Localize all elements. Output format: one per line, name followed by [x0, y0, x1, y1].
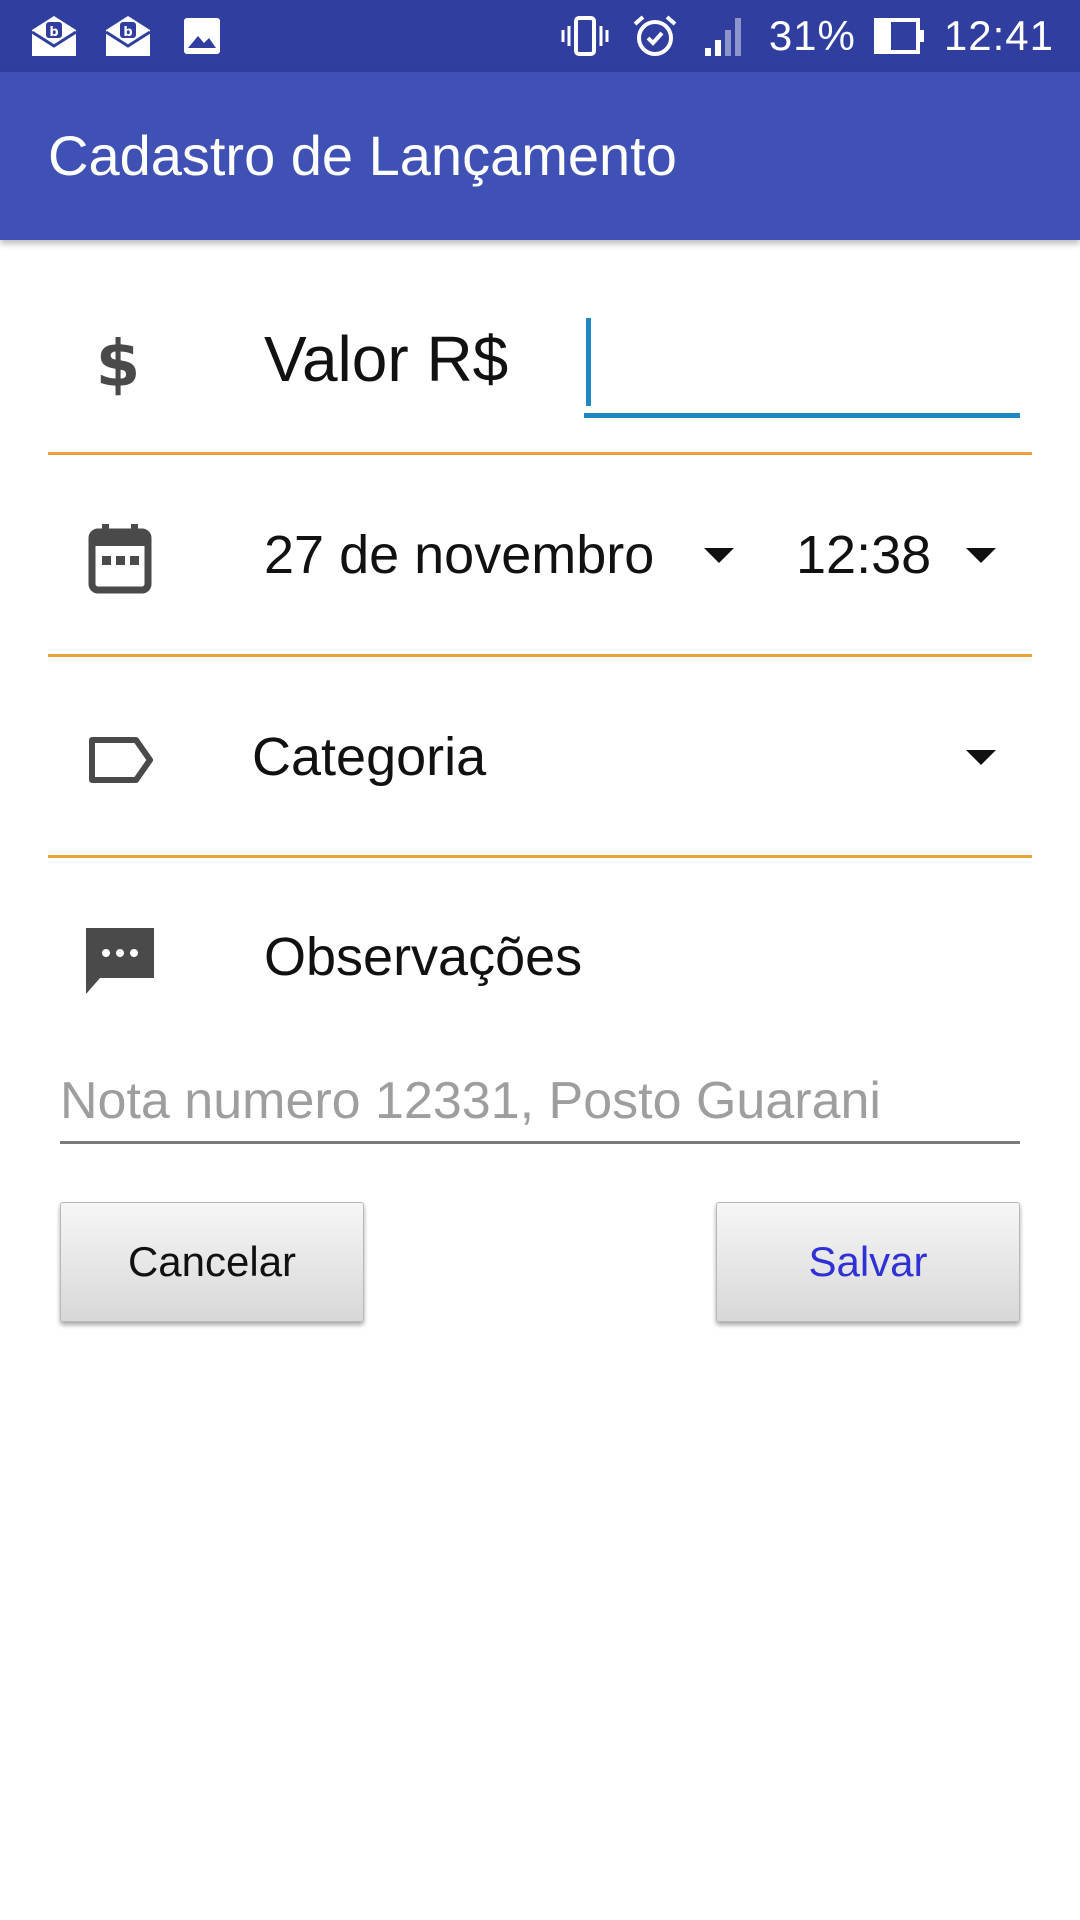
save-button[interactable]: Salvar	[716, 1202, 1020, 1322]
svg-text:b: b	[123, 25, 132, 40]
chevron-down-icon	[966, 547, 996, 563]
mail-b-icon: b	[102, 12, 154, 60]
date-dropdown[interactable]: 27 de novembro	[264, 510, 734, 600]
notes-input[interactable]	[60, 1060, 1020, 1141]
value-label: Valor R$	[264, 323, 509, 395]
time-value: 12:38	[796, 525, 932, 585]
notes-field-wrapper	[60, 1060, 1020, 1144]
svg-text:b: b	[49, 25, 58, 40]
status-bar: b b 31% 12:41	[0, 0, 1080, 72]
dollar-icon: $	[80, 324, 160, 404]
divider	[48, 654, 1032, 657]
value-input[interactable]	[584, 318, 1020, 413]
app-bar: Cadastro de Lançamento	[0, 72, 1080, 240]
clock: 12:41	[943, 12, 1054, 59]
value-field-wrapper	[584, 318, 1020, 418]
system-indicators: 31% 12:41	[559, 0, 1054, 72]
observations-label: Observações	[264, 927, 583, 987]
divider	[48, 855, 1032, 858]
date-value: 27 de novembro	[264, 525, 655, 585]
chevron-down-icon	[966, 749, 996, 765]
svg-text:$: $	[96, 328, 141, 402]
vibrate-icon	[559, 12, 611, 60]
signal-icon	[699, 12, 751, 60]
image-icon	[176, 12, 228, 60]
cancel-button[interactable]: Cancelar	[60, 1202, 364, 1322]
label-tag-icon	[80, 720, 160, 800]
calendar-icon	[80, 518, 160, 598]
battery-icon	[873, 12, 926, 60]
page-title: Cadastro de Lançamento	[48, 124, 677, 187]
category-dropdown[interactable]: Categoria	[252, 712, 996, 802]
chevron-down-icon	[704, 547, 734, 563]
comment-icon	[80, 920, 160, 1000]
text-cursor	[586, 318, 591, 406]
mail-b-icon: b	[28, 12, 80, 60]
category-value: Categoria	[252, 727, 487, 787]
time-dropdown[interactable]: 12:38	[796, 510, 996, 600]
notification-icons: b b	[28, 12, 228, 60]
battery-percent: 31%	[768, 12, 856, 59]
divider	[48, 452, 1032, 455]
alarm-icon	[629, 12, 681, 60]
